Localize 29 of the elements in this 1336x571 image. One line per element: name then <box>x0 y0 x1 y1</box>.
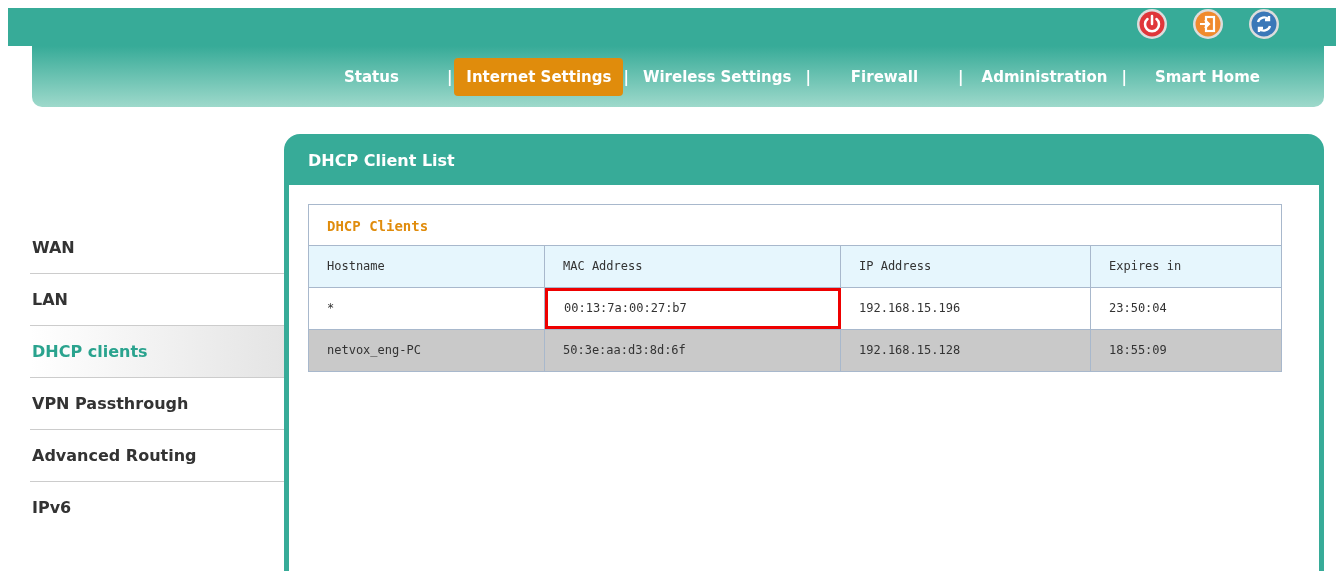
table-cell: 50:3e:aa:d3:8d:6f <box>545 330 841 371</box>
nav-tab[interactable]: Wireless Settings <box>630 57 804 96</box>
nav-separator: | <box>623 67 629 86</box>
table-cell: netvox_eng-PC <box>309 330 545 371</box>
nav-tab[interactable]: Smart Home <box>1142 57 1272 96</box>
table-cell: 00:13:7a:00:27:b7 <box>545 288 841 329</box>
nav-tab[interactable]: Status <box>332 57 411 96</box>
column-header: IP Address <box>841 246 1091 287</box>
logout-icon[interactable] <box>1192 8 1224 40</box>
refresh-icon[interactable] <box>1248 8 1280 40</box>
nav-separator: | <box>1121 67 1127 86</box>
power-icon[interactable] <box>1136 8 1168 40</box>
column-header: Expires in <box>1108 258 1183 275</box>
nav-tab[interactable]: Firewall <box>838 57 931 96</box>
nav-tab[interactable]: Internet Settings <box>454 57 624 96</box>
table-cell: 192.168.15.196 <box>841 288 1091 329</box>
table-cell: * <box>309 288 545 329</box>
column-header: MAC Address <box>545 246 841 287</box>
panel-title: DHCP Client List <box>307 150 456 172</box>
table-cell-text: 18:55:09 <box>1108 342 1168 359</box>
nav-separator: | <box>805 67 811 86</box>
nav-separator: | <box>446 67 453 86</box>
table-cell: 192.168.15.128 <box>841 330 1091 371</box>
nav-separator: | <box>958 67 964 86</box>
table-cell-text: 23:50:04 <box>1108 300 1168 317</box>
sidebar-item[interactable]: DHCP clients <box>30 326 284 378</box>
sidebar-item[interactable]: IPv6 <box>30 482 284 533</box>
nav-tab[interactable]: Administration <box>969 57 1120 96</box>
column-header: Hostname <box>309 246 545 287</box>
